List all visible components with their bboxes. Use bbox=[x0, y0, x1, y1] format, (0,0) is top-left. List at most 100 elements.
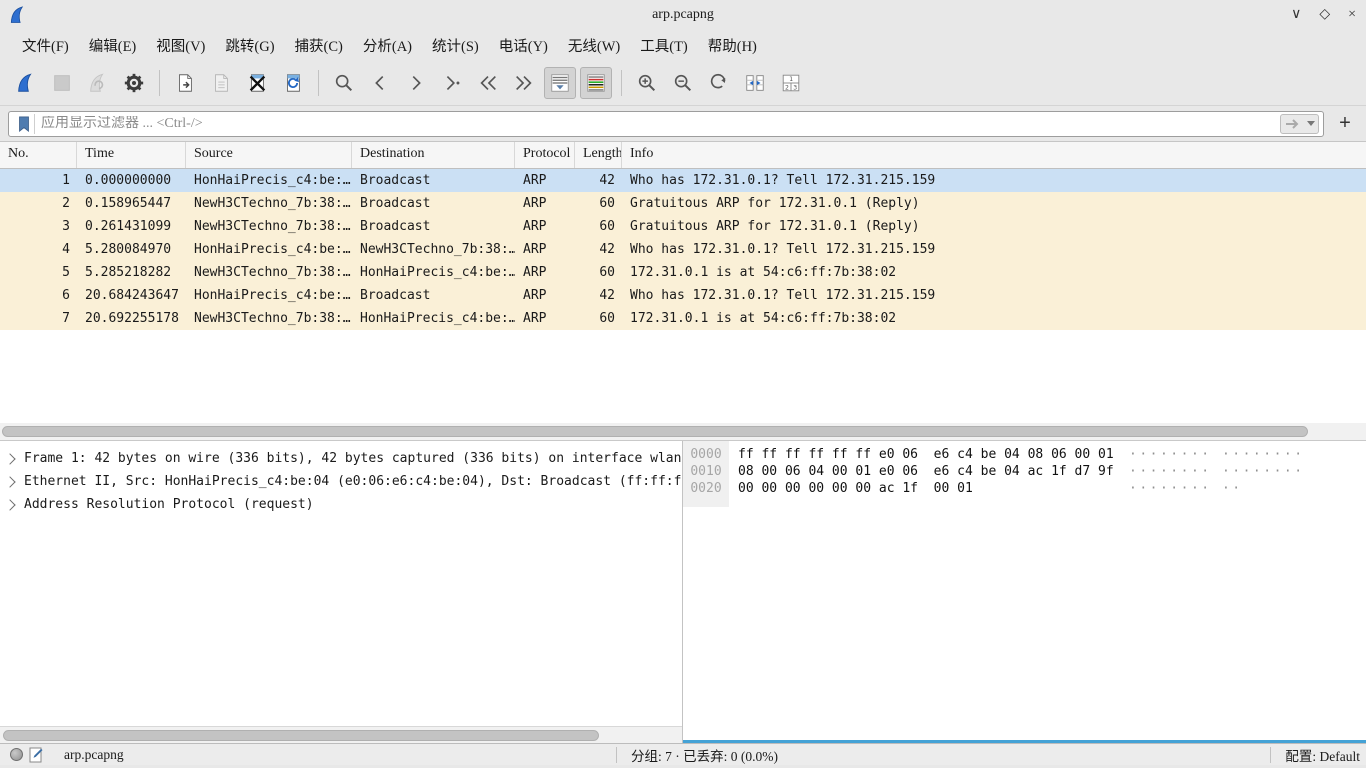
filter-dropdown-caret-icon[interactable] bbox=[1307, 121, 1315, 126]
zoom-reset-button[interactable] bbox=[703, 67, 735, 99]
scrollbar-thumb[interactable] bbox=[2, 426, 1308, 437]
chevron-left-icon bbox=[369, 72, 391, 94]
maximize-button[interactable]: ◇ bbox=[1319, 8, 1330, 22]
column-header-source[interactable]: Source bbox=[186, 142, 352, 168]
colorize-button[interactable] bbox=[580, 67, 612, 99]
detail-row-arp[interactable]: Address Resolution Protocol (request) bbox=[0, 493, 682, 516]
hex-row[interactable]: 0010 08 00 06 04 00 01 e0 06 e6 c4 be 04… bbox=[683, 463, 1366, 480]
menu-go[interactable]: 跳转(G) bbox=[215, 31, 284, 60]
restart-capture-button[interactable] bbox=[82, 67, 114, 99]
hex-row[interactable]: 0020 00 00 00 00 00 00 ac 1f 00 01 ·····… bbox=[683, 480, 1366, 497]
close-file-button[interactable] bbox=[241, 67, 273, 99]
minimize-button[interactable]: ∨ bbox=[1291, 8, 1301, 22]
document-reload-icon bbox=[282, 72, 304, 94]
packet-list-header: No. Time Source Destination Protocol Len… bbox=[0, 142, 1366, 169]
menu-tools[interactable]: 工具(T) bbox=[630, 31, 698, 60]
packet-row-4[interactable]: 4 5.280084970 HonHaiPrecis_c4:be:… NewH3… bbox=[0, 238, 1366, 261]
resize-columns-button[interactable] bbox=[739, 67, 771, 99]
reload-file-button[interactable] bbox=[277, 67, 309, 99]
close-button[interactable]: × bbox=[1348, 8, 1356, 22]
magnifier-plus-icon bbox=[636, 72, 658, 94]
apply-filter-button[interactable] bbox=[1280, 114, 1319, 134]
menu-wireless[interactable]: 无线(W) bbox=[558, 31, 630, 60]
packet-row-7[interactable]: 7 20.692255178 NewH3CTechno_7b:38:… HonH… bbox=[0, 307, 1366, 330]
start-capture-button[interactable] bbox=[10, 67, 42, 99]
status-profile[interactable]: 配置: Default bbox=[1285, 745, 1360, 765]
colored-lines-icon bbox=[585, 72, 607, 94]
menu-analyze[interactable]: 分析(A) bbox=[353, 31, 422, 60]
menu-edit[interactable]: 编辑(E) bbox=[79, 31, 147, 60]
first-packet-button[interactable] bbox=[472, 67, 504, 99]
menu-file[interactable]: 文件(F) bbox=[12, 31, 79, 60]
packet-list-hscrollbar[interactable] bbox=[0, 423, 1366, 440]
menu-statistics[interactable]: 统计(S) bbox=[422, 31, 489, 60]
previous-packet-button[interactable] bbox=[364, 67, 396, 99]
column-header-no[interactable]: No. bbox=[0, 142, 77, 168]
cell-protocol: ARP bbox=[515, 192, 575, 215]
column-header-info[interactable]: Info bbox=[622, 142, 1366, 168]
bookmark-icon bbox=[17, 116, 31, 132]
capture-comment-icon[interactable] bbox=[29, 747, 44, 763]
magnifier-icon bbox=[333, 72, 355, 94]
hex-bytes: 00 00 00 00 00 00 ac 1f 00 01 bbox=[729, 480, 1129, 497]
expand-caret-icon[interactable] bbox=[4, 476, 15, 487]
expert-info-icon[interactable] bbox=[10, 748, 23, 761]
cell-destination: Broadcast bbox=[352, 284, 515, 307]
display-filter-input[interactable] bbox=[41, 116, 1276, 132]
packet-row-2[interactable]: 2 0.158965447 NewH3CTechno_7b:38:… Broad… bbox=[0, 192, 1366, 215]
filter-bookmark-button[interactable] bbox=[13, 114, 35, 134]
menu-capture[interactable]: 捕获(C) bbox=[285, 31, 353, 60]
cell-info: 172.31.0.1 is at 54:c6:ff:7b:38:02 bbox=[622, 307, 1366, 330]
hex-ascii: ········ ········ bbox=[1129, 446, 1305, 463]
hex-ascii: ········ ········ bbox=[1129, 463, 1305, 480]
cell-source: NewH3CTechno_7b:38:… bbox=[186, 261, 352, 284]
detail-row-ethernet[interactable]: Ethernet II, Src: HonHaiPrecis_c4:be:04 … bbox=[0, 470, 682, 493]
column-header-time[interactable]: Time bbox=[77, 142, 186, 168]
hex-row[interactable]: 0000 ff ff ff ff ff ff e0 06 e6 c4 be 04… bbox=[683, 446, 1366, 463]
menu-help[interactable]: 帮助(H) bbox=[698, 31, 767, 60]
cell-time: 0.000000000 bbox=[77, 169, 186, 192]
save-file-button[interactable] bbox=[205, 67, 237, 99]
cell-protocol: ARP bbox=[515, 261, 575, 284]
detail-row-frame[interactable]: Frame 1: 42 bytes on wire (336 bits), 42… bbox=[0, 447, 682, 470]
expand-caret-icon[interactable] bbox=[4, 453, 15, 464]
last-packet-button[interactable] bbox=[508, 67, 540, 99]
display-filter-field[interactable] bbox=[8, 111, 1324, 137]
cell-no: 5 bbox=[0, 261, 77, 284]
packet-row-3[interactable]: 3 0.261431099 NewH3CTechno_7b:38:… Broad… bbox=[0, 215, 1366, 238]
cell-destination: NewH3CTechno_7b:38:… bbox=[352, 238, 515, 261]
menu-view[interactable]: 视图(V) bbox=[146, 31, 215, 60]
auto-scroll-button[interactable] bbox=[544, 67, 576, 99]
next-packet-button[interactable] bbox=[400, 67, 432, 99]
cell-no: 7 bbox=[0, 307, 77, 330]
column-header-destination[interactable]: Destination bbox=[352, 142, 515, 168]
packet-row-6[interactable]: 6 20.684243647 HonHaiPrecis_c4:be:… Broa… bbox=[0, 284, 1366, 307]
cell-time: 5.280084970 bbox=[77, 238, 186, 261]
open-file-button[interactable] bbox=[169, 67, 201, 99]
scrollbar-thumb[interactable] bbox=[3, 730, 599, 741]
zoom-out-button[interactable] bbox=[667, 67, 699, 99]
add-filter-button[interactable]: + bbox=[1332, 111, 1358, 137]
cell-length: 60 bbox=[575, 215, 622, 238]
menu-telephony[interactable]: 电话(Y) bbox=[489, 31, 558, 60]
stop-capture-button[interactable] bbox=[46, 67, 78, 99]
hex-ascii: ········ ·· bbox=[1129, 480, 1243, 497]
details-hscrollbar[interactable] bbox=[0, 726, 682, 743]
toolbar-separator bbox=[318, 70, 319, 96]
layout-button[interactable]: 123 bbox=[775, 67, 807, 99]
apply-arrow-icon bbox=[1284, 118, 1302, 130]
zoom-in-button[interactable] bbox=[631, 67, 663, 99]
capture-options-button[interactable] bbox=[118, 67, 150, 99]
cell-protocol: ARP bbox=[515, 169, 575, 192]
go-to-packet-button[interactable] bbox=[436, 67, 468, 99]
find-packet-button[interactable] bbox=[328, 67, 360, 99]
cell-length: 42 bbox=[575, 284, 622, 307]
expand-caret-icon[interactable] bbox=[4, 499, 15, 510]
hex-bytes: 08 00 06 04 00 01 e0 06 e6 c4 be 04 ac 1… bbox=[729, 463, 1129, 480]
packet-row-1[interactable]: 1 0.000000000 HonHaiPrecis_c4:be:… Broad… bbox=[0, 169, 1366, 192]
column-header-length[interactable]: Length bbox=[575, 142, 622, 168]
column-header-protocol[interactable]: Protocol bbox=[515, 142, 575, 168]
cell-info: Gratuitous ARP for 172.31.0.1 (Reply) bbox=[622, 192, 1366, 215]
packet-row-5[interactable]: 5 5.285218282 NewH3CTechno_7b:38:… HonHa… bbox=[0, 261, 1366, 284]
cell-protocol: ARP bbox=[515, 238, 575, 261]
